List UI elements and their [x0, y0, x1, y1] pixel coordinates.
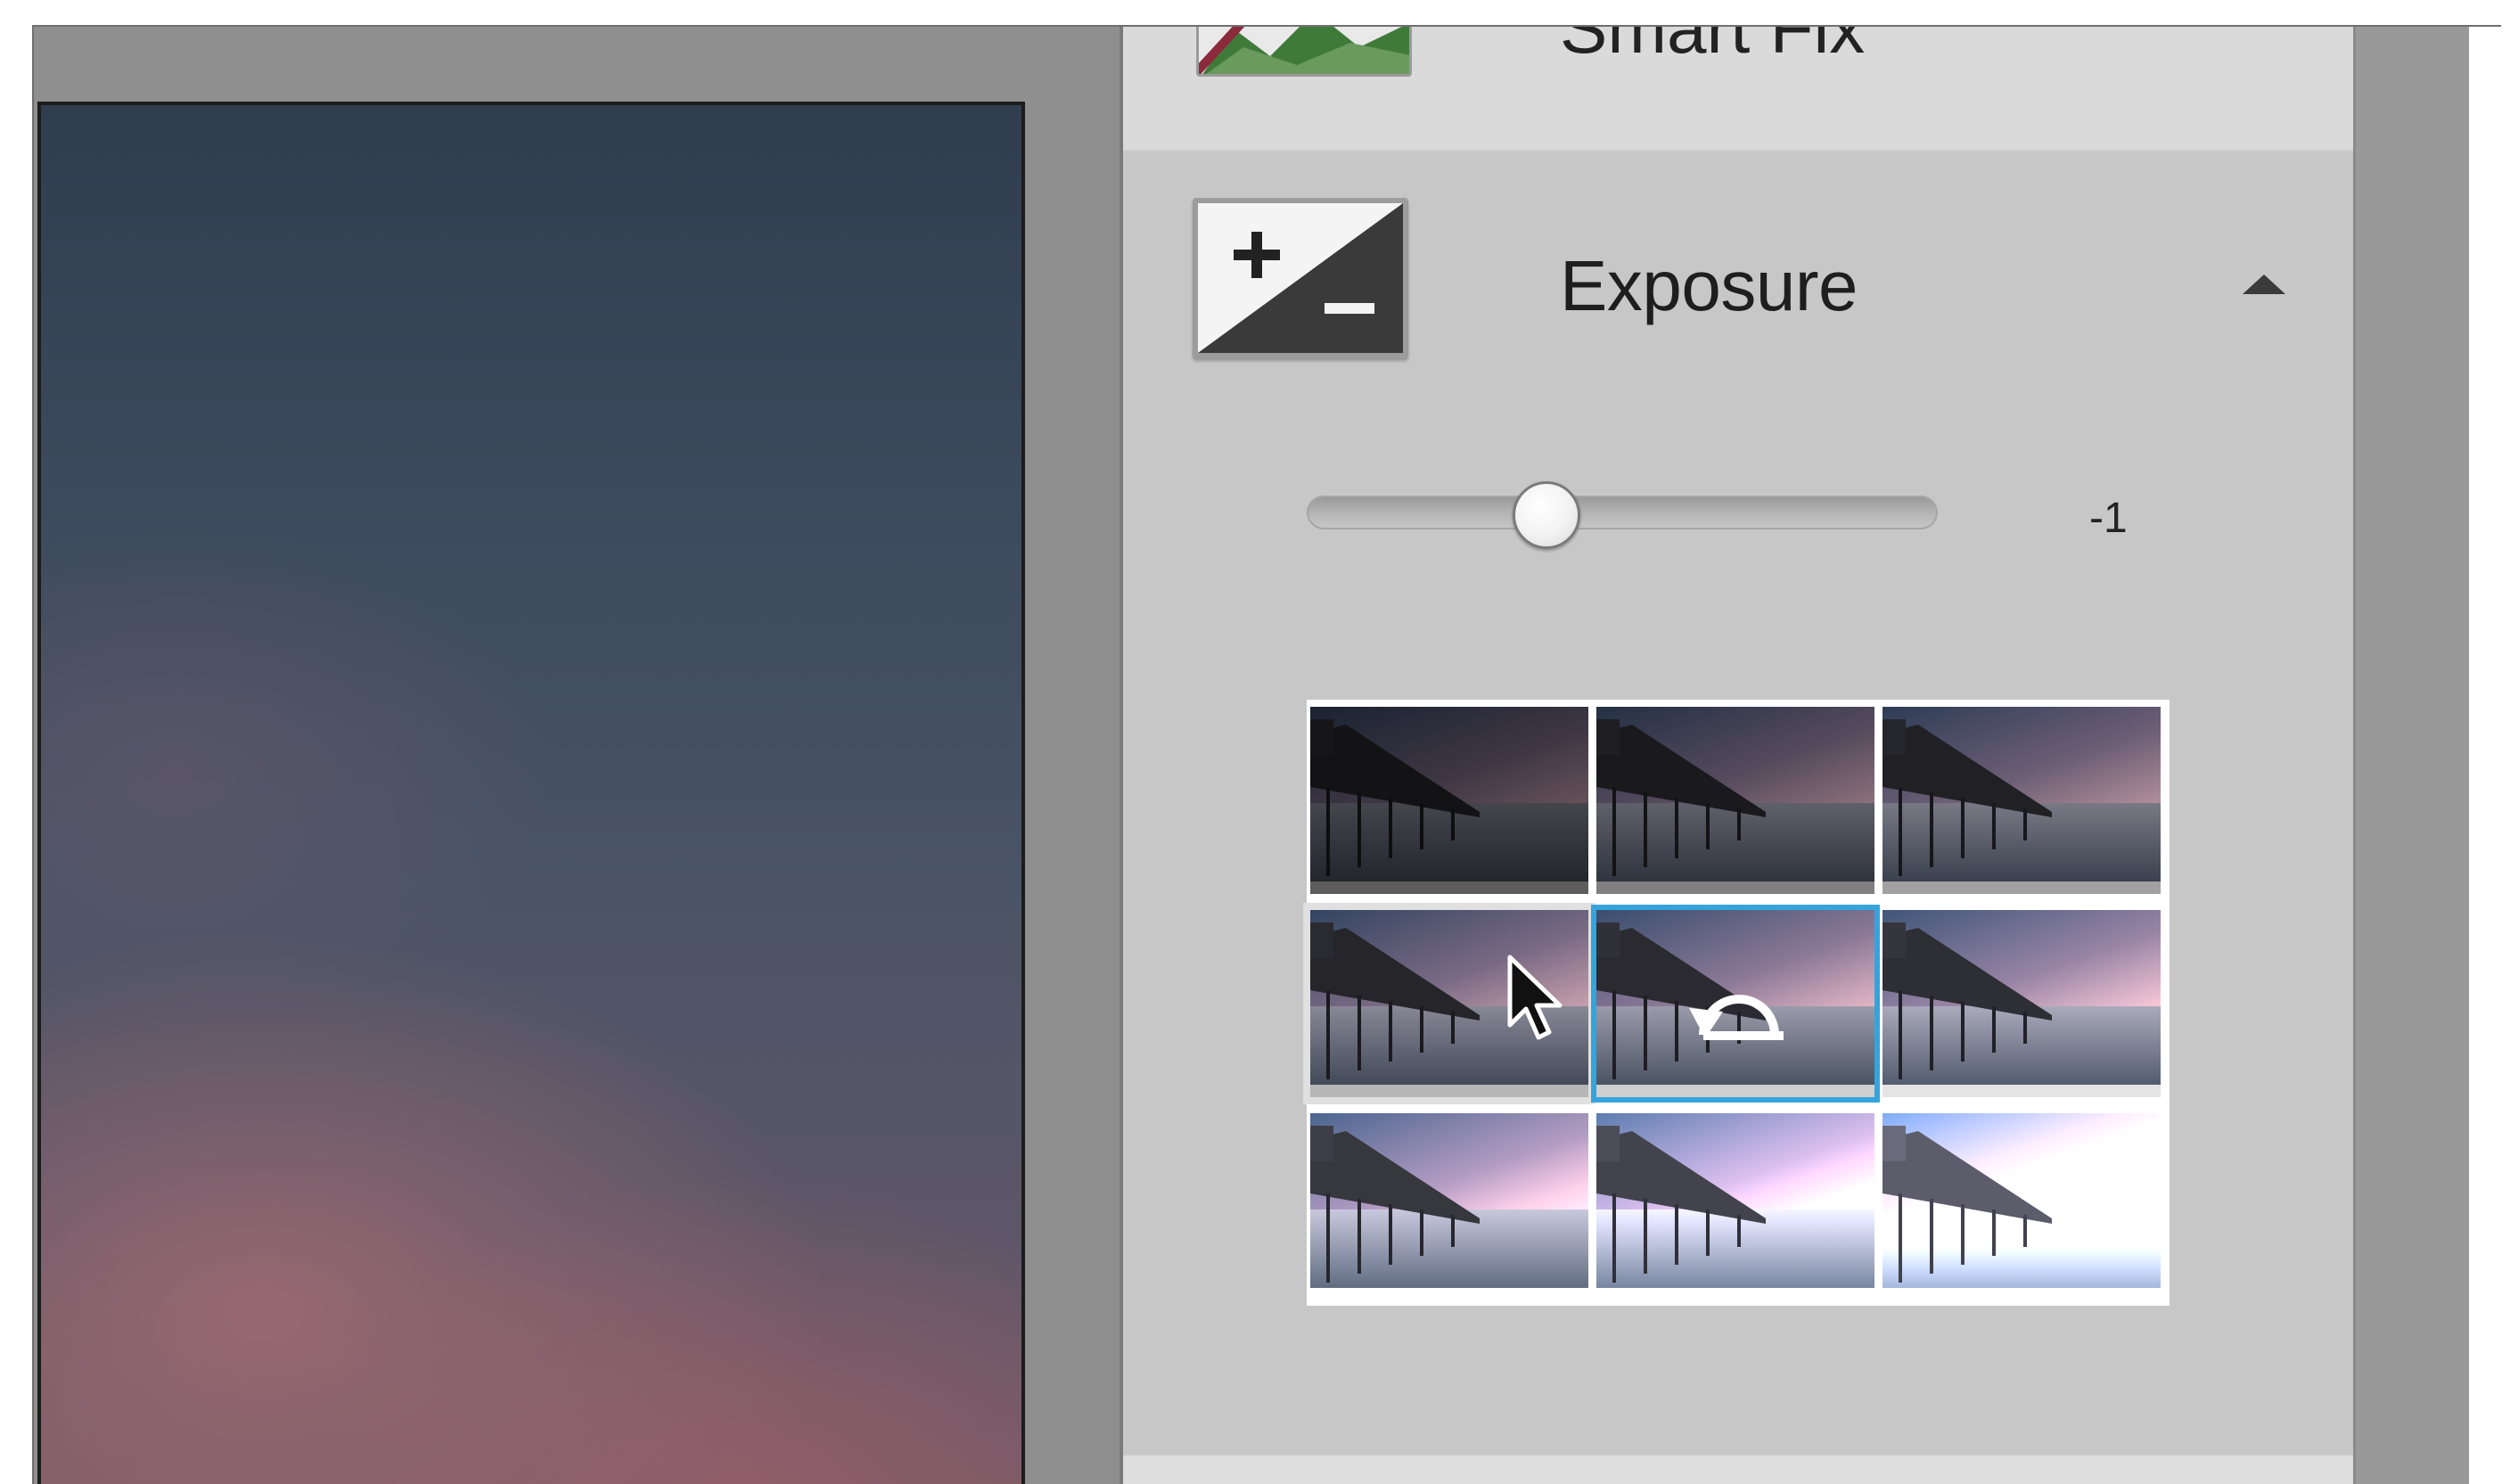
- editor-window: Smart Fix Exposure -1: [32, 25, 2501, 1484]
- photo-canvas[interactable]: [37, 102, 1025, 1484]
- smart-fix-section[interactable]: Smart Fix: [1123, 27, 2353, 152]
- variant-8-thumbnail[interactable]: [1596, 1113, 1874, 1300]
- variant-1-thumbnail[interactable]: [1310, 707, 1588, 894]
- variant-9-thumbnail[interactable]: [1882, 1113, 2161, 1300]
- variant-7-thumbnail[interactable]: [1310, 1113, 1588, 1300]
- variant-3-thumbnail[interactable]: [1882, 707, 2161, 894]
- exposure-slider-handle[interactable]: [1513, 481, 1581, 549]
- smart-fix-label: Smart Fix: [1560, 25, 1866, 68]
- variant-5-thumbnail[interactable]: [1591, 905, 1880, 1103]
- arrow-cursor-icon: [1506, 954, 1569, 1047]
- variant-2-thumbnail[interactable]: [1596, 707, 1874, 894]
- exposure-label: Exposure: [1560, 246, 1858, 325]
- smart-fix-icon: [1196, 27, 1412, 77]
- exposure-value: -1: [2089, 495, 2128, 542]
- plus-minus-exposure-icon[interactable]: [1193, 198, 1408, 358]
- window-edge: [2469, 27, 2501, 1484]
- adjustments-panel: Smart Fix Exposure -1: [1120, 27, 2353, 1484]
- variant-6-thumbnail[interactable]: [1882, 910, 2161, 1097]
- next-section[interactable]: [1123, 1455, 2353, 1484]
- exposure-variants-grid: [1303, 700, 2170, 1306]
- exposure-slider[interactable]: [1307, 496, 1938, 529]
- triangle-up-icon[interactable]: [2243, 275, 2285, 294]
- panel-scrollbar[interactable]: [2353, 27, 2469, 1484]
